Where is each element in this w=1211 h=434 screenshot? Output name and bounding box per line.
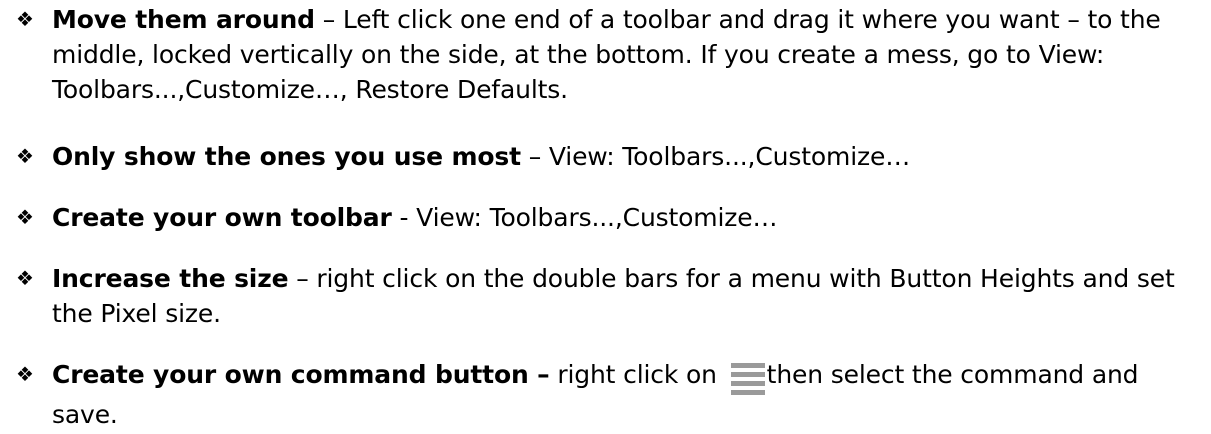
bullet-icon: ❖ — [16, 266, 34, 290]
bullet-icon: ❖ — [16, 144, 34, 168]
list-item: ❖ Create your own command button – right… — [0, 357, 1180, 432]
tips-list: ❖ Move them around – Left click one end … — [0, 0, 1211, 434]
list-item-text: Move them around – Left click one end of… — [52, 2, 1180, 107]
list-item-body: - View: Toolbars...,Customize… — [391, 203, 778, 232]
list-item-heading: Only show the ones you use most — [52, 142, 521, 171]
list-item-text: Increase the size – right click on the d… — [52, 261, 1180, 331]
list-item-text: Create your own toolbar - View: Toolbars… — [52, 200, 1180, 235]
list-item: ❖ Only show the ones you use most – View… — [0, 139, 1180, 174]
list-item-heading: Move them around — [52, 5, 315, 34]
list-item: ❖ Increase the size – right click on the… — [0, 261, 1180, 331]
list-item-text: Create your own command button – right c… — [52, 357, 1180, 432]
bullet-icon: ❖ — [16, 362, 34, 386]
list-item-text: Only show the ones you use most – View: … — [52, 139, 1180, 174]
list-item-heading: Create your own command button – — [52, 360, 550, 389]
bullet-icon: ❖ — [16, 205, 34, 229]
list-item-heading: Increase the size — [52, 264, 289, 293]
list-item: ❖ Move them around – Left click one end … — [0, 2, 1180, 107]
list-item-body: – View: Toolbars...,Customize… — [520, 142, 911, 171]
bullet-icon: ❖ — [16, 7, 34, 31]
list-item-heading: Create your own toolbar — [52, 203, 392, 232]
toolbar-handle-icon — [730, 363, 765, 397]
list-item-body: right click on — [549, 360, 725, 389]
list-item: ❖ Create your own toolbar - View: Toolba… — [0, 200, 1180, 235]
